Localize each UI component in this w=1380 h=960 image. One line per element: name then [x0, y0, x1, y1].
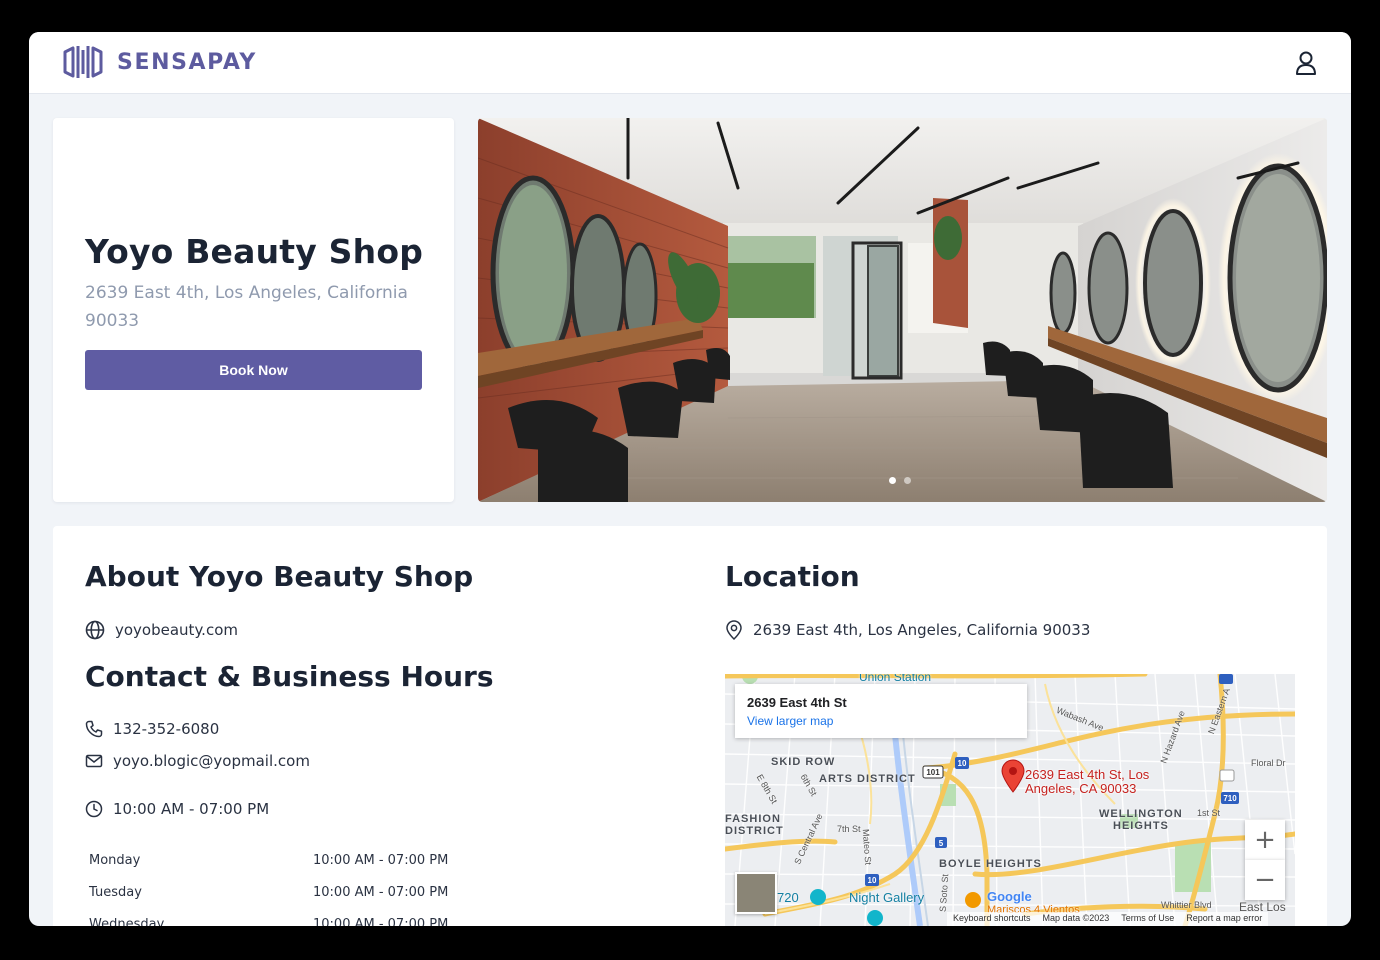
report-map-error-link[interactable]: Report a map error [1186, 913, 1262, 925]
shop-address: 2639 East 4th, Los Angeles, California 9… [85, 283, 408, 331]
carousel-dot-1[interactable] [889, 477, 896, 484]
hours-summary: 10:00 AM - 07:00 PM [113, 800, 270, 818]
hours-summary-row: 10:00 AM - 07:00 PM [85, 800, 269, 818]
table-row: Tuesday 10:00 AM - 07:00 PM [89, 876, 448, 908]
area-label-fashion: FASHION [725, 813, 781, 825]
map-data-credit: Map data ©2023 [1042, 913, 1110, 923]
about-heading: About Yoyo Beauty Shop [85, 560, 474, 593]
street-label: 7th St [837, 824, 861, 834]
map-poi-label: 720 [777, 890, 799, 905]
phone-row: 132-352-6080 [85, 720, 219, 738]
map-poi-label: Night Gallery [849, 890, 925, 905]
phone-number[interactable]: 132-352-6080 [113, 720, 219, 738]
map-info-title: 2639 East 4th St [747, 695, 847, 710]
salon-photo-carousel[interactable] [478, 118, 1327, 502]
street-label: 1st St [1197, 808, 1221, 818]
salon-interior-photo [478, 118, 1327, 502]
map-zoom-out-button[interactable]: − [1245, 860, 1285, 900]
area-label-boyle-heights: BOYLE HEIGHTS [939, 858, 1042, 870]
location-address-row: 2639 East 4th, Los Angeles, California 9… [725, 620, 1090, 640]
hours-day: Monday [89, 852, 141, 868]
hours-day: Tuesday [89, 884, 142, 900]
shop-details-card: About Yoyo Beauty Shop yoyobeauty.com Co… [53, 526, 1327, 926]
map-pin-icon [726, 620, 742, 640]
carousel-dot-2[interactable] [904, 477, 911, 484]
brand-logo[interactable]: SENSAPAY [63, 44, 257, 80]
browser-viewport: SENSAPAY Yoyo Beauty Shop 2639 East 4th,… [29, 32, 1351, 926]
svg-text:710: 710 [1223, 794, 1237, 803]
clock-icon [85, 800, 103, 818]
business-hours-table: Monday 10:00 AM - 07:00 PM Tuesday 10:00… [89, 844, 449, 927]
website-row: yoyobeauty.com [85, 620, 238, 640]
location-address: 2639 East 4th, Los Angeles, California 9… [753, 621, 1091, 639]
table-row: Monday 10:00 AM - 07:00 PM [89, 844, 448, 876]
svg-text:5: 5 [939, 839, 944, 848]
keyboard-shortcuts-link[interactable]: Keyboard shortcuts [953, 913, 1031, 925]
map-attribution-bar: Keyboard shortcuts Map data ©2023 Terms … [947, 912, 1269, 926]
user-icon[interactable] [1295, 51, 1317, 75]
google-map-embed[interactable]: 101 10 5 10 710 2639 East 4th St View la… [725, 674, 1295, 926]
globe-icon [85, 620, 105, 640]
svg-text:101: 101 [926, 768, 940, 777]
map-zoom-in-button[interactable]: + [1245, 820, 1285, 860]
map-satellite-toggle[interactable] [735, 872, 777, 914]
hours-time: 10:00 AM - 07:00 PM [313, 852, 449, 868]
brand-name: SENSAPAY [117, 49, 257, 75]
location-heading: Location [725, 560, 860, 593]
view-larger-map-link[interactable]: View larger map [747, 714, 833, 728]
hours-time: 10:00 AM - 07:00 PM [313, 884, 449, 900]
area-label-wellington: WELLINGTON [1099, 808, 1183, 820]
map-info-window: 2639 East 4th St View larger map [735, 684, 1027, 738]
svg-text:10: 10 [868, 876, 877, 885]
shop-title: Yoyo Beauty Shop [85, 232, 424, 271]
street-label: Floral Dr [1251, 758, 1286, 768]
map-marker-label: 2639 East 4th St, Los Angeles, CA 90033 [1025, 767, 1150, 796]
email-row: yoyo.blogic@yopmail.com [85, 752, 310, 770]
book-now-button[interactable]: Book Now [85, 350, 422, 390]
street-label: Whittier Blvd [1161, 900, 1212, 910]
google-logo: Google [987, 889, 1032, 904]
device-frame: SENSAPAY Yoyo Beauty Shop 2639 East 4th,… [0, 0, 1380, 960]
area-label-district: DISTRICT [725, 825, 784, 837]
hours-time: 10:00 AM - 07:00 PM [313, 916, 449, 927]
email-address[interactable]: yoyo.blogic@yopmail.com [113, 752, 310, 770]
website-link[interactable]: yoyobeauty.com [115, 621, 238, 639]
table-row: Wednesday 10:00 AM - 07:00 PM [89, 908, 449, 927]
terms-of-use-link[interactable]: Terms of Use [1121, 913, 1174, 925]
carousel-indicators [889, 477, 911, 484]
area-label-arts-district: ARTS DISTRICT [819, 773, 916, 785]
contact-heading: Contact & Business Hours [85, 660, 494, 693]
street-label: Union Station [859, 674, 932, 684]
top-nav-bar: SENSAPAY [29, 32, 1351, 94]
phone-icon [85, 720, 103, 738]
shop-summary-card: Yoyo Beauty Shop 2639 East 4th, Los Ange… [53, 118, 454, 502]
svg-text:10: 10 [958, 759, 967, 768]
mail-icon [85, 754, 103, 768]
area-label-skid-row: SKID ROW [771, 756, 836, 768]
hours-day: Wednesday [89, 916, 165, 927]
sensapay-logo-icon [63, 46, 103, 78]
area-label-heights: HEIGHTS [1113, 820, 1169, 832]
